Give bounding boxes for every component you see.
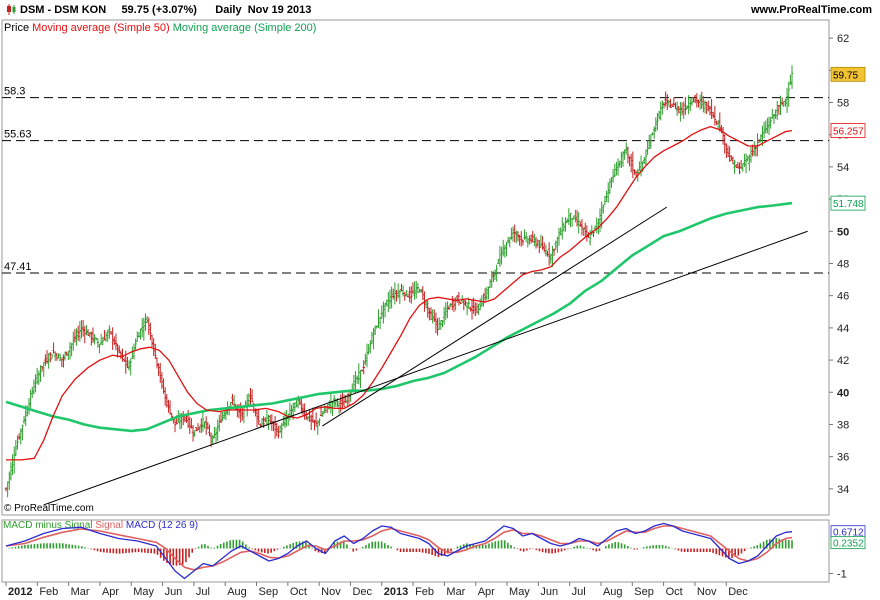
x-tick-label: Jun	[165, 586, 183, 598]
price-panel-frame	[1, 19, 830, 516]
y-tick-label: 40	[837, 387, 849, 399]
x-tick-label: Sep	[634, 586, 654, 598]
level-label: 47.41	[4, 261, 32, 273]
x-tick-label: Aug	[603, 586, 623, 598]
x-tick-label: May	[133, 586, 154, 598]
y-tick-label: 46	[837, 291, 849, 303]
ma50-line	[6, 125, 793, 461]
macd-histogram	[8, 538, 793, 566]
x-tick-label: Jul	[196, 586, 210, 598]
x-tick-label: Apr	[102, 586, 119, 598]
trendline	[322, 206, 668, 427]
y-tick-label: 62	[837, 33, 849, 45]
price-badge-label: 51.748	[833, 199, 864, 210]
y-tick-label: 50	[837, 226, 849, 238]
y-tick-label: 54	[837, 162, 849, 174]
macd-y-tick-label: -1	[837, 569, 847, 581]
y-tick-label: 34	[837, 484, 849, 496]
x-tick-label: Nov	[321, 586, 341, 598]
level-label: 58.3	[4, 86, 25, 98]
x-tick-label: Nov	[697, 586, 717, 598]
price-chart: 34363840424446485052545658606258.355.634…	[1, 19, 866, 598]
y-tick-label: 36	[837, 452, 849, 464]
x-tick-label: Jun	[540, 586, 558, 598]
y-tick-label: 58	[837, 97, 849, 109]
price-badge-label: 59.75	[833, 70, 858, 81]
x-tick-label: 2012	[8, 586, 32, 598]
y-tick-label: 44	[837, 323, 849, 335]
x-tick-label: Dec	[728, 586, 748, 598]
x-tick-label: 2013	[384, 586, 408, 598]
x-tick-label: Mar	[446, 586, 465, 598]
y-tick-label: 48	[837, 258, 849, 270]
level-label: 55.63	[4, 129, 32, 141]
x-tick-label: Aug	[227, 586, 247, 598]
x-tick-label: Sep	[259, 586, 279, 598]
x-tick-label: Mar	[71, 586, 90, 598]
x-tick-label: Dec	[352, 586, 372, 598]
x-tick-label: Oct	[666, 586, 683, 598]
x-tick-label: May	[509, 586, 530, 598]
y-tick-label: 42	[837, 355, 849, 367]
y-tick-label: 38	[837, 419, 849, 431]
ma200-line	[5, 201, 793, 433]
price-badge-label: 56.257	[833, 127, 864, 138]
x-tick-label: Jul	[572, 586, 586, 598]
x-tick-label: Feb	[415, 586, 434, 598]
chart-window: DSM - DSM KON 59.75 (+3.07%) Daily Nov 1…	[0, 0, 880, 600]
price-bars	[4, 65, 794, 498]
macd-badge-label: 0.2352	[833, 539, 864, 550]
x-tick-label: Oct	[290, 586, 307, 598]
x-tick-label: Apr	[478, 586, 495, 598]
macd-line	[5, 522, 793, 580]
x-tick-label: Feb	[39, 586, 58, 598]
